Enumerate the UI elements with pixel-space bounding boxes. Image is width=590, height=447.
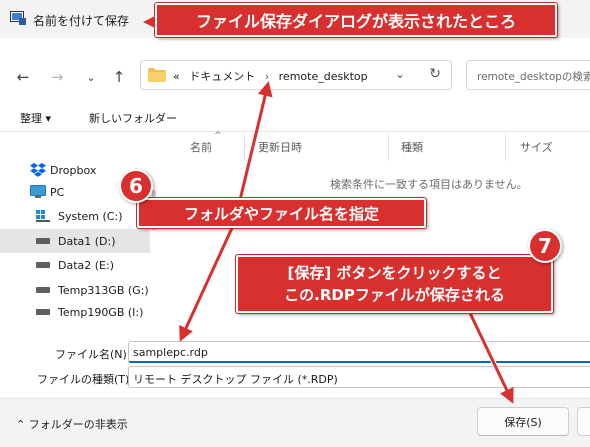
chevron-up-icon: ⌃	[16, 418, 26, 431]
breadcrumb-remote-desktop[interactable]: remote_desktop	[279, 70, 368, 83]
command-bar: 整理 ▾ 新しいフォルダー	[0, 102, 590, 132]
column-divider[interactable]	[244, 133, 245, 161]
drive-icon	[36, 262, 50, 268]
column-divider[interactable]	[388, 133, 389, 161]
sort-caret-icon: ^	[214, 131, 222, 141]
address-path[interactable]: « ドキュメント › remote_desktop ⌄ ↻	[140, 60, 452, 90]
sidebar-item-label: Data2 (E:)	[58, 258, 114, 272]
drive-icon	[36, 238, 50, 244]
step6-callout: フォルダやファイル名を指定	[137, 198, 426, 228]
refresh-icon[interactable]: ↻	[429, 66, 441, 82]
chevron-down-icon[interactable]: ⌄	[395, 67, 405, 81]
sidebar-item-label: Temp190GB (I:)	[58, 305, 144, 319]
empty-message: 検索条件に一致する項目はありません。	[330, 178, 528, 191]
up-button[interactable]: ↑	[108, 66, 130, 88]
back-button[interactable]: ←	[12, 66, 34, 88]
sidebar-item-data2-e[interactable]: Data2 (E:)	[0, 253, 150, 277]
window-title: 名前を付けて保存	[33, 14, 130, 28]
drive-icon	[36, 287, 50, 293]
search-placeholder: remote_desktopの検索	[477, 71, 590, 83]
filename-label: ファイル名(N):	[55, 348, 131, 361]
navigation-pane: Dropbox PC System (C:) Data1 (D:) Data2 …	[0, 133, 150, 338]
sidebar-item-label: Dropbox	[50, 163, 97, 177]
filetype-select[interactable]: リモート デスクトップ ファイル (*.RDP)	[128, 366, 590, 388]
organize-button[interactable]: 整理 ▾	[20, 110, 51, 126]
filetype-value: リモート デスクトップ ファイル (*.RDP)	[133, 373, 338, 386]
new-folder-button[interactable]: 新しいフォルダー	[89, 110, 177, 126]
sidebar-item-label: System (C:)	[58, 209, 123, 223]
chevron-down-icon: ⌄	[86, 70, 96, 84]
column-header-size[interactable]: サイズ	[520, 139, 553, 155]
column-header-type[interactable]: 種類	[401, 139, 423, 155]
sidebar-item-temp190gb-i[interactable]: Temp190GB (I:)	[0, 300, 150, 324]
step7-callout: [保存] ボタンをクリックすると この.RDPファイルが保存される	[236, 255, 553, 313]
filetype-label: ファイルの種類(T):	[37, 373, 134, 386]
arrow-up-icon: ↑	[112, 68, 126, 86]
breadcrumb-documents[interactable]: ドキュメント	[189, 70, 255, 83]
title-callout: ファイル保存ダイアログが表示されたところ	[143, 3, 557, 37]
dropbox-icon	[30, 163, 46, 177]
hide-folders-label: フォルダーの非表示	[28, 418, 128, 431]
breadcrumb-separator: ›	[264, 70, 270, 83]
sidebar-item-system-c[interactable]: System (C:)	[0, 204, 150, 228]
step6-badge: 6	[119, 169, 153, 203]
folder-icon	[148, 68, 166, 82]
column-header-modified[interactable]: 更新日時	[258, 139, 302, 155]
arrow-left-icon: ←	[16, 68, 30, 86]
sidebar-item-temp313gb-g[interactable]: Temp313GB (G:)	[0, 278, 150, 302]
step7-line2: この.RDPファイルが保存される	[284, 286, 505, 304]
windows-drive-icon	[36, 210, 50, 222]
search-input[interactable]: remote_desktopの検索	[466, 60, 590, 90]
arrow-right-icon: →	[50, 68, 64, 86]
filename-value: samplepc.rdp	[133, 346, 208, 359]
column-header-name[interactable]: 名前	[190, 139, 212, 155]
remote-desktop-app-icon	[10, 11, 26, 25]
hide-folders-toggle[interactable]: ⌃ フォルダーの非表示	[16, 416, 128, 432]
breadcrumb-root[interactable]: «	[173, 70, 180, 83]
sidebar-item-data1-d[interactable]: Data1 (D:)	[0, 229, 150, 253]
breadcrumb: « ドキュメント › remote_desktop	[173, 68, 374, 84]
sidebar-item-label: Data1 (D:)	[58, 234, 116, 248]
save-fields: ファイル名(N): samplepc.rdp ファイルの種類(T): リモート …	[0, 338, 590, 398]
recent-locations-button[interactable]: ⌄	[80, 66, 102, 88]
address-bar: ← → ⌄ ↑ « ドキュメント › remote_desktop ⌄ ↻ re…	[0, 48, 590, 102]
sidebar-item-label: PC	[50, 185, 65, 199]
cancel-button[interactable]	[577, 407, 590, 436]
column-divider[interactable]	[505, 133, 506, 161]
bottom-bar: ⌃ フォルダーの非表示 保存(S)	[0, 398, 590, 447]
drive-icon	[36, 309, 50, 315]
pc-icon	[30, 185, 46, 198]
save-button[interactable]: 保存(S)	[477, 407, 569, 436]
step7-line1: [保存] ボタンをクリックすると	[287, 264, 502, 282]
sidebar-item-label: Temp313GB (G:)	[58, 283, 149, 297]
filename-input[interactable]: samplepc.rdp	[128, 341, 590, 363]
forward-button[interactable]: →	[46, 66, 68, 88]
step7-badge: 7	[528, 229, 562, 263]
